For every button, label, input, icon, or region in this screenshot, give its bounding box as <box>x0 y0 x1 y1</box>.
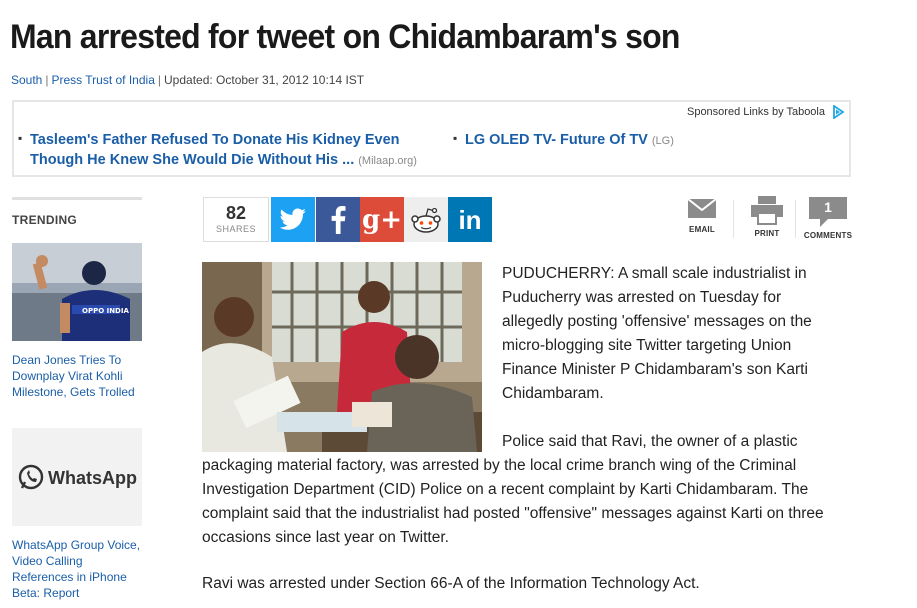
article-paragraph: Ravi was arrested under Section 66-A of … <box>202 575 700 592</box>
sponsored-item[interactable]: ▪ Tasleem's Father Refused To Donate His… <box>18 130 430 171</box>
article-paragraph: packaging material factory, was arrested… <box>202 457 824 546</box>
byline: South | Press Trust of India | Updated: Octo… <box>11 73 364 87</box>
facebook-share-button[interactable] <box>316 197 360 242</box>
sponsored-item-title[interactable]: Tasleem's Father Refused To Donate His K… <box>30 132 400 168</box>
cricketer-photo: OPPO INDIA <box>12 243 142 341</box>
print-button[interactable]: PRINT <box>745 195 789 238</box>
sponsored-item[interactable]: ▪ LG OLED TV- Future Of TV (LG) <box>453 130 765 151</box>
share-count: 82 SHARES <box>203 197 269 242</box>
section-link[interactable]: South <box>11 73 42 87</box>
bullet: ▪ <box>18 131 23 145</box>
twitter-share-button[interactable] <box>271 197 315 242</box>
comments-label: COMMENTS <box>803 231 853 240</box>
article-paragraph: PUDUCHERRY: A small scale industrialist … <box>502 265 812 402</box>
sponsored-links-box: Sponsored Links by Taboola ▪ Tasleem's F… <box>12 100 851 177</box>
bullet: ▪ <box>453 131 458 145</box>
google-plus-share-button[interactable]: g+ <box>360 197 404 242</box>
adchoices-icon[interactable] <box>831 105 845 119</box>
share-count-number: 82 <box>225 203 247 223</box>
print-label: PRINT <box>754 229 780 238</box>
office-scene-photo <box>202 262 482 452</box>
trending-thumbnail-whatsapp[interactable]: WhatsApp <box>12 428 142 526</box>
sponsored-item-source: (Milaap.org) <box>358 155 417 167</box>
sponsored-item-title[interactable]: LG OLED TV- Future Of TV <box>465 132 648 148</box>
whatsapp-logo-icon: WhatsApp <box>18 464 137 490</box>
jersey-text: OPPO INDIA <box>82 307 129 315</box>
linkedin-share-button[interactable]: in <box>448 197 492 242</box>
article-headline: Man arrested for tweet on Chidambaram's … <box>10 18 680 56</box>
email-button[interactable]: EMAIL <box>682 195 722 234</box>
byline-separator: | <box>157 73 161 87</box>
trending-caption[interactable]: Dean Jones Tries To Downplay Virat Kohli… <box>12 352 147 400</box>
twitter-bird-icon <box>279 207 306 230</box>
reddit-share-button[interactable] <box>404 197 448 242</box>
printer-icon <box>751 196 783 225</box>
article-paragraph-lead: Police said that Ravi, the owner of a pl… <box>502 433 798 450</box>
share-count-label: SHARES <box>215 224 256 234</box>
tool-divider <box>795 200 796 238</box>
google-plus-icon: g+ <box>362 204 402 235</box>
sponsored-label[interactable]: Sponsored Links by Taboola <box>687 106 825 118</box>
updated-timestamp: Updated: October 31, 2012 10:14 IST <box>164 73 365 87</box>
comment-bubble-icon: 1 <box>808 195 848 229</box>
comments-count: 1 <box>824 199 832 215</box>
linkedin-icon: in <box>458 204 482 235</box>
email-label: EMAIL <box>689 225 715 234</box>
sponsored-item-source: (LG) <box>651 135 674 147</box>
trending-thumbnail-cricket[interactable]: OPPO INDIA <box>12 243 142 341</box>
comments-button[interactable]: 1 COMMENTS <box>800 195 856 240</box>
byline-separator: | <box>45 73 49 87</box>
trending-divider <box>12 197 142 200</box>
article-photo <box>202 262 482 452</box>
facebook-f-icon <box>331 205 346 234</box>
tool-divider <box>733 200 734 238</box>
source-link[interactable]: Press Trust of India <box>51 73 154 87</box>
whatsapp-logo-text: WhatsApp <box>48 468 137 488</box>
reddit-alien-icon <box>411 207 441 233</box>
trending-caption[interactable]: WhatsApp Group Voice, Video Calling Refe… <box>12 537 147 601</box>
envelope-icon <box>687 198 717 218</box>
trending-heading: TRENDING <box>12 213 78 227</box>
